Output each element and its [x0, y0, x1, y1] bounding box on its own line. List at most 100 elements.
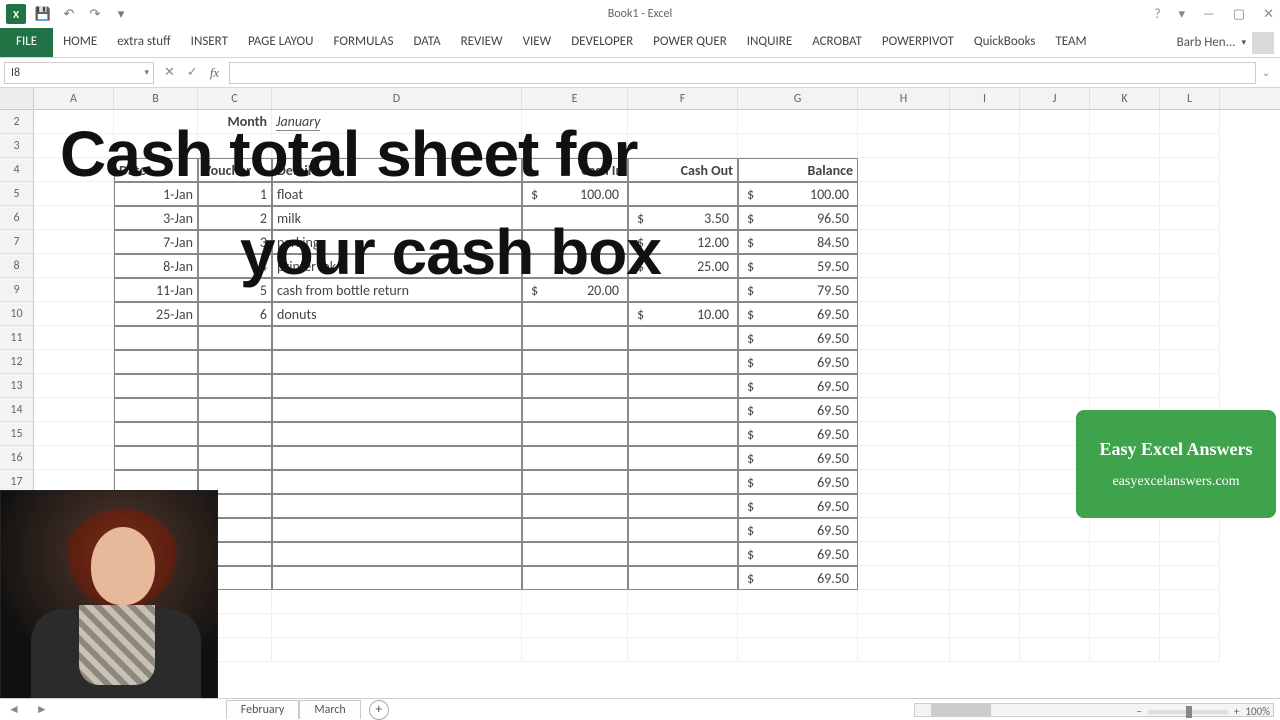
cell-cash-in[interactable]: [522, 302, 628, 326]
cell[interactable]: [1160, 614, 1220, 638]
cell[interactable]: [858, 638, 950, 662]
cell[interactable]: [1160, 206, 1220, 230]
sheet-tab-february[interactable]: February: [226, 700, 300, 719]
cell[interactable]: [34, 326, 114, 350]
cell-balance[interactable]: $69.50: [738, 566, 858, 590]
cell[interactable]: [950, 350, 1020, 374]
cell-cash-out[interactable]: $3.50: [628, 206, 738, 230]
sheet-nav-next-icon[interactable]: ►: [28, 702, 56, 717]
cell[interactable]: [628, 422, 738, 446]
cell[interactable]: [34, 302, 114, 326]
cell-balance[interactable]: $69.50: [738, 326, 858, 350]
sheet-tab-march[interactable]: March: [299, 700, 360, 719]
row-header[interactable]: 7: [0, 230, 34, 254]
cell[interactable]: [114, 350, 198, 374]
cell[interactable]: [628, 590, 738, 614]
new-sheet-button[interactable]: +: [369, 700, 389, 720]
cell[interactable]: [272, 542, 522, 566]
row-header[interactable]: 11: [0, 326, 34, 350]
cell[interactable]: [114, 422, 198, 446]
cell[interactable]: [522, 110, 628, 134]
cell-detail[interactable]: float: [272, 182, 522, 206]
tab-home[interactable]: HOME: [53, 28, 107, 57]
cell[interactable]: [272, 470, 522, 494]
cell[interactable]: [738, 134, 858, 158]
cell[interactable]: [628, 614, 738, 638]
cell[interactable]: [198, 422, 272, 446]
cell[interactable]: [198, 350, 272, 374]
cell[interactable]: [1160, 566, 1220, 590]
cell[interactable]: [858, 446, 950, 470]
cell[interactable]: [1160, 326, 1220, 350]
cell[interactable]: [950, 638, 1020, 662]
tab-page-layout[interactable]: PAGE LAYOU: [238, 28, 324, 57]
col-A[interactable]: A: [34, 88, 114, 109]
col-I[interactable]: I: [950, 88, 1020, 109]
row-header[interactable]: 3: [0, 134, 34, 158]
cell[interactable]: [34, 398, 114, 422]
redo-icon[interactable]: ↷: [86, 5, 104, 23]
cell[interactable]: [522, 494, 628, 518]
cell[interactable]: [522, 398, 628, 422]
cell[interactable]: [628, 566, 738, 590]
cell[interactable]: [1160, 230, 1220, 254]
cell-balance[interactable]: $69.50: [738, 542, 858, 566]
cell-voucher[interactable]: 3: [198, 230, 272, 254]
cell[interactable]: [1160, 590, 1220, 614]
cell-balance[interactable]: $96.50: [738, 206, 858, 230]
tab-power-query[interactable]: POWER QUER: [643, 28, 737, 57]
cell[interactable]: [272, 566, 522, 590]
save-icon[interactable]: 💾: [34, 5, 52, 23]
cell[interactable]: [1090, 206, 1160, 230]
cell[interactable]: [1020, 302, 1090, 326]
cell[interactable]: [522, 614, 628, 638]
cell[interactable]: [272, 398, 522, 422]
col-L[interactable]: L: [1160, 88, 1220, 109]
cell[interactable]: [1160, 182, 1220, 206]
cell-voucher[interactable]: 4: [198, 254, 272, 278]
row-header[interactable]: 5: [0, 182, 34, 206]
cell[interactable]: [628, 350, 738, 374]
zoom-in-icon[interactable]: +: [1234, 705, 1239, 718]
formula-expand-icon[interactable]: ⌄: [1262, 66, 1280, 79]
tab-team[interactable]: TEAM: [1045, 28, 1096, 57]
row-header[interactable]: 4: [0, 158, 34, 182]
ribbon-options-icon[interactable]: ▾: [1178, 7, 1185, 22]
row-header[interactable]: 9: [0, 278, 34, 302]
cell[interactable]: [522, 566, 628, 590]
cell-date[interactable]: 1-Jan: [114, 182, 198, 206]
cell[interactable]: [272, 590, 522, 614]
name-box[interactable]: I8: [4, 62, 154, 84]
tab-extra-stuff[interactable]: extra stuff: [107, 28, 180, 57]
zoom-out-icon[interactable]: −: [1136, 705, 1141, 718]
cell[interactable]: [858, 350, 950, 374]
row-header[interactable]: 2: [0, 110, 34, 134]
enter-icon[interactable]: ✓: [187, 65, 198, 80]
cell[interactable]: [198, 446, 272, 470]
cell-date[interactable]: 25-Jan: [114, 302, 198, 326]
cell[interactable]: [522, 470, 628, 494]
cell-detail[interactable]: donuts: [272, 302, 522, 326]
cell[interactable]: [950, 326, 1020, 350]
tab-inquire[interactable]: INQUIRE: [737, 28, 802, 57]
cell[interactable]: [858, 398, 950, 422]
cell-date[interactable]: 7-Jan: [114, 230, 198, 254]
cell[interactable]: [1090, 182, 1160, 206]
cell[interactable]: [858, 494, 950, 518]
cell[interactable]: [858, 326, 950, 350]
cell[interactable]: [1020, 518, 1090, 542]
cell[interactable]: [198, 398, 272, 422]
cell-cash-in[interactable]: [522, 230, 628, 254]
cell[interactable]: [1090, 110, 1160, 134]
cell[interactable]: [1090, 542, 1160, 566]
cell[interactable]: [198, 326, 272, 350]
cell[interactable]: [1090, 278, 1160, 302]
col-G[interactable]: G: [738, 88, 858, 109]
cell[interactable]: [950, 470, 1020, 494]
cell[interactable]: [950, 422, 1020, 446]
cell[interactable]: [1090, 302, 1160, 326]
cell[interactable]: [1020, 326, 1090, 350]
cell-voucher[interactable]: 1: [198, 182, 272, 206]
cell[interactable]: [1090, 326, 1160, 350]
tab-developer[interactable]: DEVELOPER: [561, 28, 643, 57]
